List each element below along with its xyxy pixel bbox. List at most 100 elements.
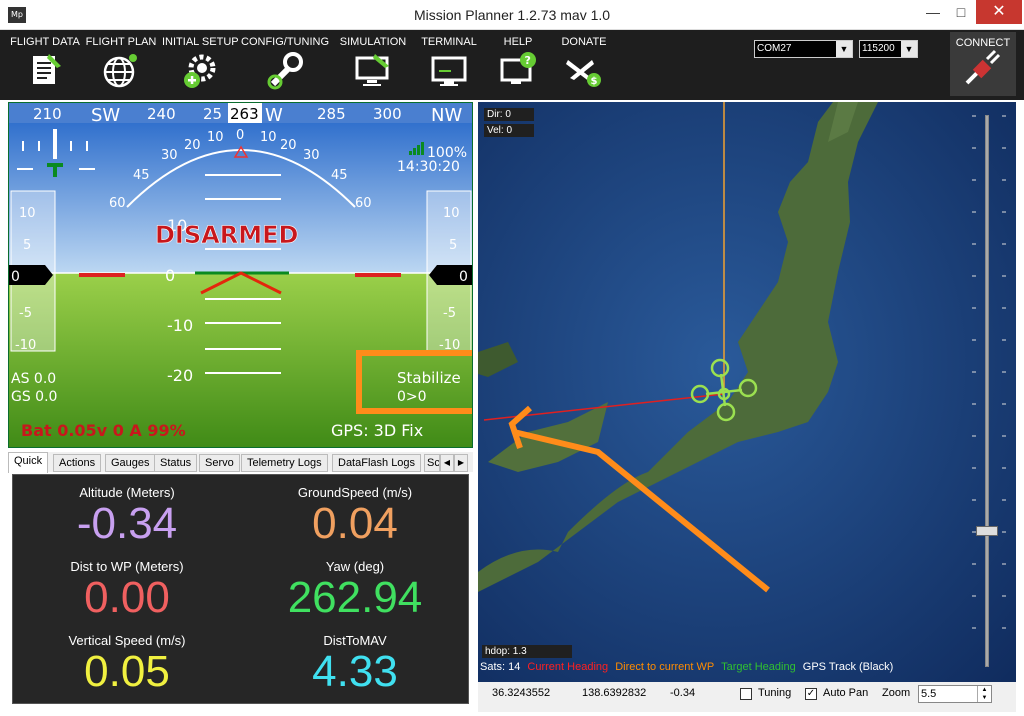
quick-label: DistToMAV [323,633,387,648]
zoom-value: 5.5 [921,688,937,700]
menu-donate[interactable]: DONATE $ [552,30,616,100]
globe-icon [103,54,137,88]
quick-value: 0.00 [84,573,170,622]
menu-initial-setup-label: INITIAL SETUP [162,36,239,48]
heading-tick: 210 [33,105,62,123]
roll-tick: 20 [184,138,201,153]
tab-actions[interactable]: Actions [53,454,102,472]
zoom-slider-ticks [972,115,1006,629]
roll-tick: 45 [331,168,348,183]
terminal-icon [431,56,467,86]
quick-value: 0.05 [84,647,170,696]
baud-rate-select[interactable]: 115200 ▼ [859,40,918,58]
tab-gauges[interactable]: Gauges [105,454,156,472]
quick-item: Vertical Speed (m/s) 0.05 [13,629,241,696]
legend-direct-wp: Direct to current WP [615,661,715,673]
quick-label: Altitude (Meters) [79,485,175,500]
heading-tick: W [265,105,283,126]
zoom-input[interactable]: 5.5 ▲ ▼ [918,685,992,703]
chevron-down-icon: ▼ [901,41,917,57]
roll-tick: 60 [109,196,126,211]
menu-terminal-label: TERMINAL [421,36,477,48]
title-bar: Mp Mission Planner 1.2.73 mav 1.0 — □ ✕ [0,0,1024,30]
menu-initial-setup[interactable]: INITIAL SETUP [162,30,239,100]
tuning-checkbox[interactable] [740,688,752,700]
quick-value: 0.04 [312,499,398,548]
autopan-label: Auto Pan [823,687,869,699]
map-view[interactable]: Dir: 0 Vel: 0 hdop: 1.3 [478,102,1016,682]
tab-servo[interactable]: Servo [199,454,240,472]
menu-simulation-label: SIMULATION [339,36,407,48]
menu-simulation[interactable]: SIMULATION [334,30,412,100]
menu-config-tuning-label: CONFIG/TUNING [241,36,329,48]
connect-button[interactable]: CONNECT [950,32,1016,96]
tab-status[interactable]: Status [154,454,198,472]
roll-tick: 10 [207,130,224,145]
speed-tick: 5 [23,238,31,253]
alt-value: 0 [459,269,468,285]
map-legend: Sats: 14 Current Heading Direct to curre… [480,661,893,673]
monitor-plane-icon [355,54,389,86]
speed-tick: 10 [19,206,36,221]
quick-item: Dist to WP (Meters) 0.00 [13,555,241,622]
map-hdop: hdop: 1.3 [482,645,572,658]
gear-plus-icon [184,54,216,88]
tab-sc[interactable]: Sc [424,454,440,472]
com-port-select[interactable]: COM27 ▼ [754,40,853,58]
roll-tick: 0 [236,128,244,143]
roll-tick: 20 [280,138,297,153]
menu-flight-data-label: FLIGHT DATA [10,36,80,48]
pitch-tick: -10 [167,316,193,335]
quick-item: Altitude (Meters) -0.34 [13,481,241,548]
alt-tick: -5 [443,306,456,321]
zoom-slider-thumb[interactable] [976,526,998,536]
heading-tick: SW [91,105,120,126]
plug-icon [965,49,1001,85]
wrench-icon [267,52,303,90]
hud-svg: 210 SW 240 25 263 W 285 300 NW 60 45 30 … [9,103,472,447]
maximize-button[interactable]: □ [946,0,976,24]
altitude: -0.34 [670,687,696,699]
flight-data-icon [33,54,61,84]
menu-flight-plan-label: FLIGHT PLAN [85,36,157,48]
minimize-button[interactable]: — [918,0,948,24]
autopan-checkbox[interactable]: ✓ [805,688,817,700]
zoom-slider[interactable] [966,104,1014,674]
menu-flight-plan[interactable]: FLIGHT PLAN [84,30,158,100]
groundspeed: GS 0.0 [11,389,57,405]
heading-tick: 240 [147,105,176,123]
menu-config-tuning[interactable]: CONFIG/TUNING [240,30,330,100]
com-port-value: COM27 [757,43,792,54]
tab-quick[interactable]: Quick [8,452,49,473]
zoom-label: Zoom [882,687,911,699]
heading-tick: NW [431,105,462,126]
quick-panel: Altitude (Meters) -0.34 GroundSpeed (m/s… [12,474,469,704]
quick-value: 262.94 [287,573,423,622]
speed-tick: -10 [15,338,36,353]
zoom-spinner[interactable]: ▲ ▼ [977,686,991,702]
svg-text:?: ? [525,54,531,67]
pitch-tick: 0 [165,266,175,285]
speed-value: 0 [11,269,20,285]
baud-rate-value: 115200 [862,43,895,54]
armed-status: DISARMED [155,221,298,249]
heading-tick: 25 [203,105,222,123]
tab-scroll-right[interactable]: ▶ [454,454,468,472]
battery-status: Bat 0.05v 0 A 99% [21,421,186,440]
close-button[interactable]: ✕ [976,0,1022,24]
quick-item: GroundSpeed (m/s) 0.04 [241,481,469,548]
menu-terminal[interactable]: TERMINAL [414,30,484,100]
legend-sats: Sats: 14 [480,661,521,673]
tab-scroll-left[interactable]: ◀ [440,454,454,472]
tab-dataflash-logs[interactable]: DataFlash Logs [332,454,422,472]
tab-telemetry-logs[interactable]: Telemetry Logs [241,454,328,472]
quick-value: -0.34 [76,499,178,548]
help-monitor-icon: ? [500,52,536,84]
pitch-tick: -20 [167,366,193,385]
menu-flight-data[interactable]: FLIGHT DATA [8,30,82,100]
svg-text:$: $ [591,76,598,87]
menu-help[interactable]: HELP ? [488,30,548,100]
roll-tick: 30 [161,148,178,163]
quick-value: 4.33 [312,647,398,696]
zoom-slider-track[interactable] [985,115,989,667]
